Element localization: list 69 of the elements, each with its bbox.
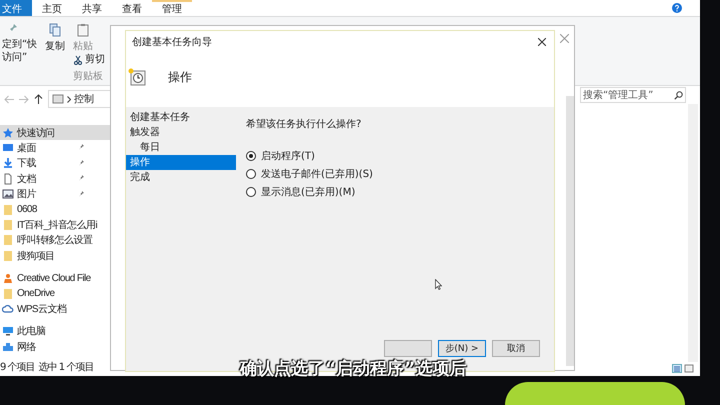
wizard-step[interactable]: 操作 bbox=[126, 155, 236, 170]
folder-icon bbox=[2, 288, 14, 300]
address-text[interactable]: 控制 bbox=[74, 92, 94, 106]
nav-item[interactable]: 搜狗项目 bbox=[0, 248, 110, 264]
person-icon bbox=[2, 272, 14, 284]
close-icon[interactable] bbox=[538, 38, 546, 46]
nav-item[interactable]: 下载 bbox=[0, 156, 110, 172]
nav-item[interactable]: 0608 bbox=[0, 202, 110, 218]
radio-button[interactable] bbox=[246, 151, 256, 161]
option-label[interactable]: 启动程序(T) bbox=[261, 149, 315, 163]
wizard-button[interactable]: 步(N) > bbox=[438, 340, 486, 357]
star-icon bbox=[2, 126, 14, 139]
option-label[interactable]: 显示消息(已弃用)(M) bbox=[261, 185, 356, 199]
up-arrow-icon[interactable] bbox=[34, 94, 43, 104]
wizard-step[interactable]: 每日 bbox=[126, 140, 236, 155]
folder-icon bbox=[2, 250, 14, 262]
view-toggle-icon[interactable] bbox=[672, 364, 694, 373]
copy-label[interactable]: 复制 bbox=[45, 41, 66, 53]
ribbon-tab[interactable]: 查看 bbox=[112, 0, 152, 16]
status-text: 选中 1 个项目 bbox=[38, 360, 94, 374]
monitor-icon bbox=[2, 325, 14, 338]
subtitle-caption: 确认点选了“启动程序”选项后 bbox=[240, 359, 466, 379]
search-field[interactable]: 搜索“管理工具” bbox=[580, 87, 686, 103]
search-icon[interactable] bbox=[674, 91, 683, 100]
pin-label[interactable]: 定到“快 bbox=[2, 39, 38, 51]
control-panel-icon bbox=[52, 94, 64, 104]
nav-item[interactable]: 文档 bbox=[0, 171, 110, 187]
question-text: 希望该任务执行什么操作? bbox=[246, 118, 362, 131]
copy-icon[interactable] bbox=[49, 23, 62, 37]
clipboard-icon[interactable] bbox=[77, 23, 90, 37]
ribbon-tab[interactable]: 文件 bbox=[0, 0, 32, 16]
cloud-icon bbox=[2, 302, 14, 315]
ribbon-tab[interactable]: 共享 bbox=[72, 0, 112, 16]
help-icon[interactable] bbox=[672, 3, 682, 13]
nav-item[interactable]: IT百科_抖音怎么用i bbox=[0, 217, 110, 233]
radio-button[interactable] bbox=[246, 187, 256, 197]
ribbon-tab[interactable]: 管理 bbox=[152, 0, 192, 16]
wizard-step[interactable]: 完成 bbox=[126, 170, 236, 185]
step-heading: 操作 bbox=[168, 68, 192, 86]
mouse-cursor-icon bbox=[435, 279, 442, 290]
nav-item[interactable]: 桌面 bbox=[0, 140, 110, 156]
pin-label[interactable]: 访问” bbox=[2, 52, 28, 64]
picture-icon bbox=[2, 188, 14, 200]
nav-item[interactable]: 呼叫转移怎么设置 bbox=[0, 232, 110, 248]
scrollbar[interactable] bbox=[566, 96, 574, 366]
nav-item[interactable]: OneDrive bbox=[0, 286, 110, 302]
download-icon bbox=[2, 157, 14, 170]
folder-icon bbox=[2, 204, 14, 216]
nav-item[interactable]: 图片 bbox=[0, 186, 110, 202]
scissors-icon[interactable] bbox=[73, 55, 84, 65]
nav-item[interactable]: WPS云文档 bbox=[0, 301, 110, 317]
folder-icon bbox=[2, 234, 14, 246]
ribbon-group-label: 剪贴板 bbox=[73, 71, 104, 83]
dialog-title: 创建基本任务向导 bbox=[132, 36, 212, 49]
wizard-step[interactable]: 创建基本任务 bbox=[126, 110, 236, 125]
nav-item[interactable]: 网络 bbox=[0, 339, 110, 354]
option-label[interactable]: 发送电子邮件(已弃用)(S) bbox=[261, 167, 373, 181]
nav-item[interactable]: 此电脑 bbox=[0, 324, 110, 340]
nav-item[interactable]: Creative Cloud File bbox=[0, 270, 110, 286]
wizard-button[interactable]: 取消 bbox=[492, 340, 540, 357]
ribbon-tab[interactable]: 主页 bbox=[32, 0, 72, 16]
wizard-step[interactable]: 触发器 bbox=[126, 125, 236, 140]
network-icon bbox=[2, 340, 14, 353]
chevron-icon[interactable] bbox=[67, 96, 71, 102]
cut-label[interactable]: 剪切 bbox=[85, 54, 106, 66]
status-text: 9 个项目 bbox=[0, 361, 35, 374]
radio-button[interactable] bbox=[246, 169, 256, 179]
nav-item[interactable]: 快速访问 bbox=[0, 125, 110, 140]
folder-icon bbox=[2, 219, 14, 232]
